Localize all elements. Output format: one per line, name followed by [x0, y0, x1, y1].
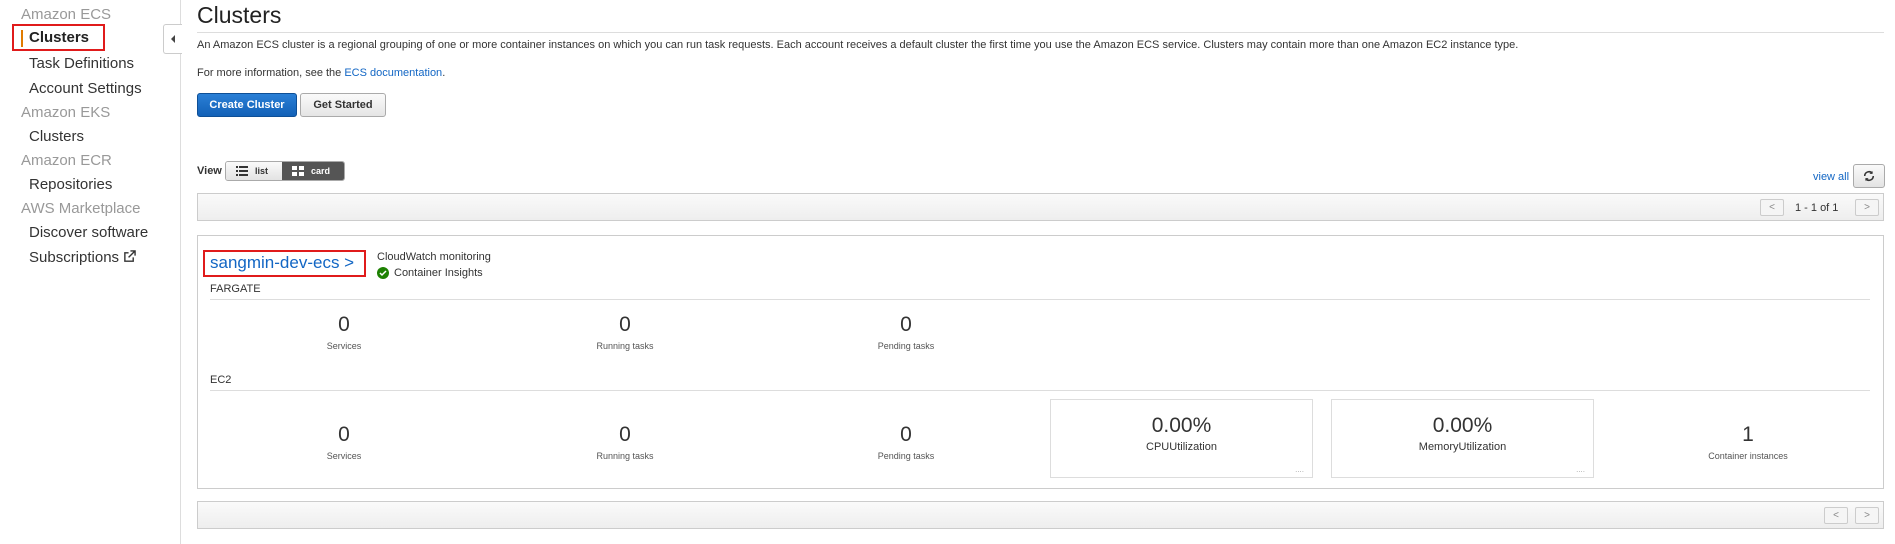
info-suffix: . — [442, 67, 446, 79]
cpu-utilization-box[interactable]: 0.00% CPUUtilization .... — [1050, 399, 1313, 478]
cpu-utilization-value: 0.00% — [1151, 414, 1212, 437]
fargate-services-stat: 0 Services — [274, 313, 414, 351]
sidebar: Amazon ECS Clusters Task Definitions Acc… — [0, 0, 181, 544]
refresh-icon — [1863, 170, 1875, 182]
container-insights-label: Container Insights — [394, 267, 483, 279]
fargate-running-stat: 0 Running tasks — [555, 313, 695, 351]
info-prefix: For more information, see the — [197, 67, 345, 79]
card-grid-icon — [292, 166, 304, 176]
ec2-divider — [210, 390, 1870, 391]
sidebar-item-subscriptions[interactable]: Subscriptions — [29, 249, 136, 266]
external-link-icon — [124, 250, 136, 262]
cluster-card: sangmin-dev-ecs > CloudWatch monitoring … — [197, 235, 1884, 489]
pager-top: < 1 - 1 of 1 > — [197, 193, 1884, 221]
sidebar-section-marketplace: AWS Marketplace — [21, 200, 141, 217]
ec2-pending-label: Pending tasks — [877, 451, 935, 461]
pager-next-button[interactable]: > — [1855, 199, 1879, 216]
caret-left-icon — [171, 35, 175, 43]
pager-bottom-next-button[interactable]: > — [1855, 507, 1879, 524]
pager-prev-button[interactable]: < — [1760, 199, 1784, 216]
container-insights-status: Container Insights — [377, 267, 483, 279]
pager-range: 1 - 1 of 1 — [1795, 202, 1839, 214]
fargate-services-label: Services — [326, 341, 362, 351]
sidebar-item-repositories[interactable]: Repositories — [29, 176, 112, 193]
container-instances-stat: 1 Container instances — [1678, 423, 1818, 461]
page-description: An Amazon ECS cluster is a regional grou… — [197, 39, 1519, 51]
ec2-pending-value: 0 — [900, 423, 912, 446]
memory-utilization-box[interactable]: 0.00% MemoryUtilization .... — [1331, 399, 1594, 478]
list-icon — [236, 166, 248, 176]
ec2-services-value: 0 — [338, 423, 350, 446]
info-text: For more information, see the ECS docume… — [197, 67, 445, 79]
fargate-pending-stat: 0 Pending tasks — [836, 313, 976, 351]
ecs-documentation-link[interactable]: ECS documentation — [344, 67, 442, 79]
ec2-services-stat: 0 Services — [274, 423, 414, 461]
ec2-label: EC2 — [210, 374, 232, 386]
cpu-utilization-label: CPUUtilization — [1146, 441, 1217, 453]
container-instances-label: Container instances — [1708, 451, 1788, 461]
ec2-services-label: Services — [326, 451, 362, 461]
view-card-button[interactable]: card — [282, 162, 344, 180]
fargate-pending-value: 0 — [900, 313, 912, 336]
main-content: Clusters An Amazon ECS cluster is a regi… — [197, 0, 1885, 544]
create-cluster-button[interactable]: Create Cluster — [197, 93, 297, 117]
pager-bottom-prev-button[interactable]: < — [1824, 507, 1848, 524]
memory-sparkline-placeholder: .... — [1576, 465, 1585, 474]
cpu-sparkline-placeholder: .... — [1295, 465, 1304, 474]
sidebar-collapse-button[interactable] — [163, 24, 182, 54]
cluster-name-link[interactable]: sangmin-dev-ecs > — [210, 253, 354, 273]
fargate-running-label: Running tasks — [596, 341, 654, 351]
sidebar-section-eks: Amazon EKS — [21, 104, 111, 121]
page-title: Clusters — [197, 2, 282, 28]
title-divider — [197, 32, 1884, 33]
container-instances-value: 1 — [1742, 423, 1754, 446]
sidebar-item-ecs-clusters[interactable]: Clusters — [29, 29, 89, 46]
view-list-label: list — [255, 166, 269, 176]
sidebar-section-ecr: Amazon ECR — [21, 152, 112, 169]
sidebar-item-account-settings[interactable]: Account Settings — [29, 80, 142, 97]
ec2-running-value: 0 — [619, 423, 631, 446]
ec2-pending-stat: 0 Pending tasks — [836, 423, 976, 461]
sidebar-item-subscriptions-label: Subscriptions — [29, 249, 120, 266]
check-circle-icon — [377, 267, 389, 279]
cloudwatch-monitoring-label: CloudWatch monitoring — [377, 251, 491, 263]
sidebar-section-ecs: Amazon ECS — [21, 6, 112, 23]
view-list-button[interactable]: list — [226, 162, 282, 180]
memory-utilization-label: MemoryUtilization — [1418, 441, 1507, 453]
sidebar-item-eks-clusters[interactable]: Clusters — [29, 128, 84, 145]
get-started-button[interactable]: Get Started — [300, 93, 386, 117]
view-all-link[interactable]: view all — [1813, 171, 1849, 183]
ec2-running-label: Running tasks — [596, 451, 654, 461]
fargate-label: FARGATE — [210, 283, 261, 295]
view-card-label: card — [311, 166, 331, 176]
memory-utilization-value: 0.00% — [1432, 414, 1493, 437]
ec2-running-stat: 0 Running tasks — [555, 423, 695, 461]
view-label: View — [197, 165, 222, 177]
fargate-running-value: 0 — [619, 313, 631, 336]
view-toggle: list card — [225, 161, 345, 181]
fargate-services-value: 0 — [338, 313, 350, 336]
sidebar-item-task-definitions[interactable]: Task Definitions — [29, 55, 134, 72]
pager-bottom: < > — [197, 501, 1884, 529]
sidebar-item-discover-software[interactable]: Discover software — [29, 224, 148, 241]
fargate-divider — [210, 299, 1870, 300]
fargate-pending-label: Pending tasks — [877, 341, 935, 351]
refresh-button[interactable] — [1853, 164, 1885, 188]
active-item-indicator — [21, 30, 23, 47]
